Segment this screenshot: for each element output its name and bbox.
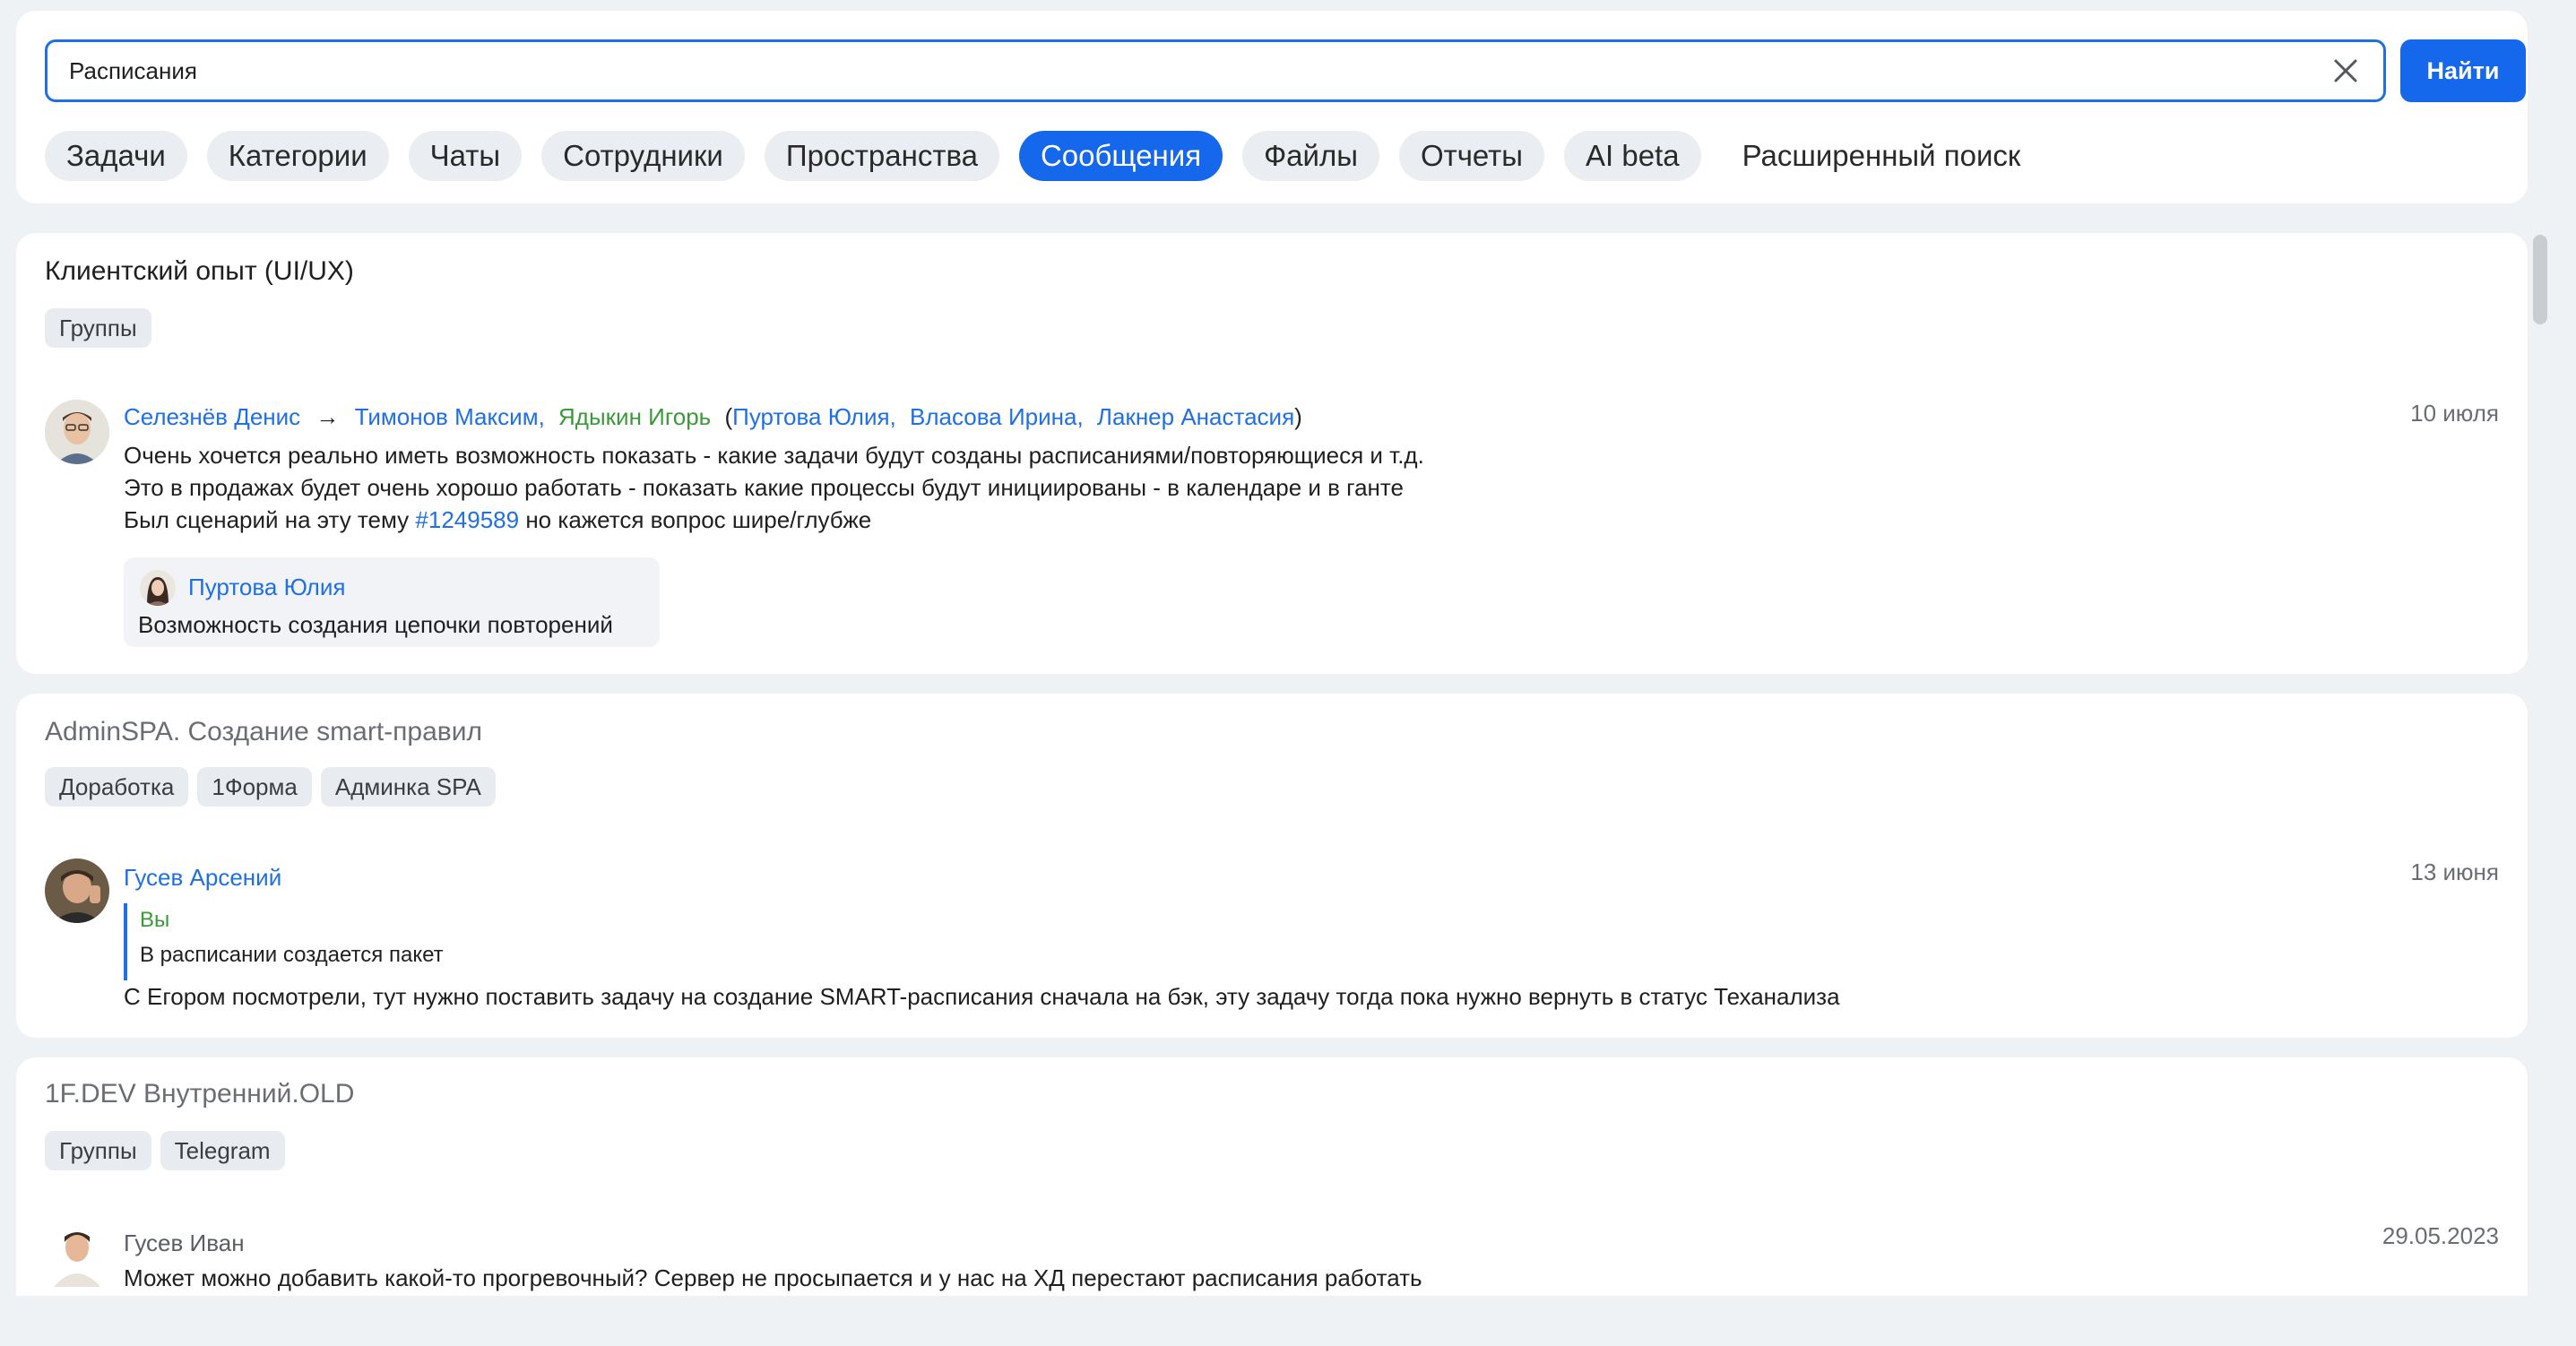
message-date: 29.05.2023 <box>2382 1222 2499 1249</box>
author-link[interactable]: Гусев Арсений <box>124 864 281 891</box>
message-header: Гусев Арсений <box>124 864 281 892</box>
message-text: Может можно добавить какой-то прогревочн… <box>124 1264 1422 1291</box>
recipient-link[interactable]: Тимонов Максим, <box>355 403 545 430</box>
tag: 1Форма <box>197 767 312 807</box>
author-name[interactable]: Гусев Иван <box>124 1230 245 1256</box>
search-panel: Найти Задачи Категории Чаты Сотрудники П… <box>16 11 2528 203</box>
filter-chip-employees[interactable]: Сотрудники <box>541 131 745 181</box>
message-header: Гусев Иван <box>124 1230 245 1257</box>
clear-search-button[interactable] <box>2330 55 2362 87</box>
reply-card[interactable]: Пуртова Юлия Возможность создания цепочк… <box>124 557 660 647</box>
avatar <box>140 570 176 606</box>
tag: Группы <box>45 308 151 348</box>
cc-link[interactable]: Лакнер Анастасия <box>1097 403 1294 430</box>
paren-close: ) <box>1294 403 1302 430</box>
filter-chip-tasks[interactable]: Задачи <box>45 131 187 181</box>
message-header: Селезнёв Денис → Тимонов Максим, Ядыкин … <box>124 403 1302 431</box>
task-link[interactable]: #1249589 <box>415 506 519 533</box>
avatar[interactable] <box>45 859 109 923</box>
filter-chip-ai[interactable]: AI beta <box>1564 131 1701 181</box>
close-icon <box>2334 59 2357 82</box>
scrollbar-thumb[interactable] <box>2533 235 2547 324</box>
filter-chip-reports[interactable]: Отчеты <box>1398 131 1545 181</box>
result-tags: Группы Telegram <box>45 1131 285 1170</box>
avatar-image <box>45 400 109 464</box>
result-title[interactable]: 1F.DEV Внутренний.OLD <box>45 1079 354 1109</box>
result-card: Клиентский опыт (UI/UX) Группы 10 июля С… <box>16 233 2528 674</box>
avatar-image <box>140 570 176 606</box>
filter-chip-messages[interactable]: Сообщения <box>1018 131 1223 181</box>
result-card: AdminSPA. Создание smart-правил Доработк… <box>16 694 2528 1038</box>
viewport-cutoff <box>0 1296 2576 1346</box>
message-line: Был сценарий на эту тему #1249589 но каж… <box>124 506 872 533</box>
cc-link[interactable]: Власова Ирина, <box>910 403 1084 430</box>
quote-author: Вы <box>140 908 170 932</box>
author-link[interactable]: Селезнёв Денис <box>124 403 300 430</box>
message-line: Это в продажах будет очень хорошо работа… <box>124 474 1404 501</box>
quoted-message[interactable]: Вы В расписании создается пакет <box>124 903 482 980</box>
message-text: Очень хочется реально иметь возможность … <box>124 439 1424 536</box>
filter-chip-chats[interactable]: Чаты <box>408 131 523 181</box>
filter-chip-categories[interactable]: Категории <box>206 131 389 181</box>
filter-chip-files[interactable]: Файлы <box>1242 131 1379 181</box>
tag: Telegram <box>160 1131 285 1170</box>
message-text: С Егором посмотрели, тут нужно поставить… <box>124 983 1840 1010</box>
reply-text: Возможность создания цепочки повторений <box>138 611 613 638</box>
avatar-image <box>45 1222 109 1287</box>
result-title[interactable]: AdminSPA. Создание smart-правил <box>45 717 482 747</box>
reply-author-link[interactable]: Пуртова Юлия <box>188 574 345 601</box>
result-title[interactable]: Клиентский опыт (UI/UX) <box>45 256 354 287</box>
message-date: 10 июля <box>2410 400 2499 427</box>
filter-chips: Задачи Категории Чаты Сотрудники Простра… <box>45 125 2042 187</box>
advanced-search-link[interactable]: Расширенный поиск <box>1721 131 2043 181</box>
arrow-right-icon: → <box>316 403 340 430</box>
cc-link[interactable]: Пуртова Юлия, <box>732 403 896 430</box>
recipient-link[interactable]: Ядыкин Игорь <box>558 403 711 430</box>
avatar[interactable] <box>45 400 109 464</box>
quote-text: В расписании создается пакет <box>140 943 444 967</box>
tag: Админка SPA <box>320 767 496 807</box>
avatar[interactable] <box>45 1222 109 1287</box>
filter-chip-spaces[interactable]: Пространства <box>764 131 999 181</box>
message-date: 13 июня <box>2410 859 2499 885</box>
tag: Группы <box>45 1131 151 1170</box>
avatar-image <box>45 859 109 923</box>
search-input[interactable] <box>69 42 2292 99</box>
result-card: 1F.DEV Внутренний.OLD Группы Telegram 29… <box>16 1057 2528 1326</box>
tag: Доработка <box>45 767 189 807</box>
result-tags: Доработка 1Форма Админка SPA <box>45 767 496 807</box>
search-box <box>45 39 2386 102</box>
paren-open: ( <box>724 403 733 430</box>
result-tags: Группы <box>45 308 151 348</box>
find-button[interactable]: Найти <box>2400 39 2526 102</box>
message-line: Очень хочется реально иметь возможность … <box>124 442 1424 469</box>
